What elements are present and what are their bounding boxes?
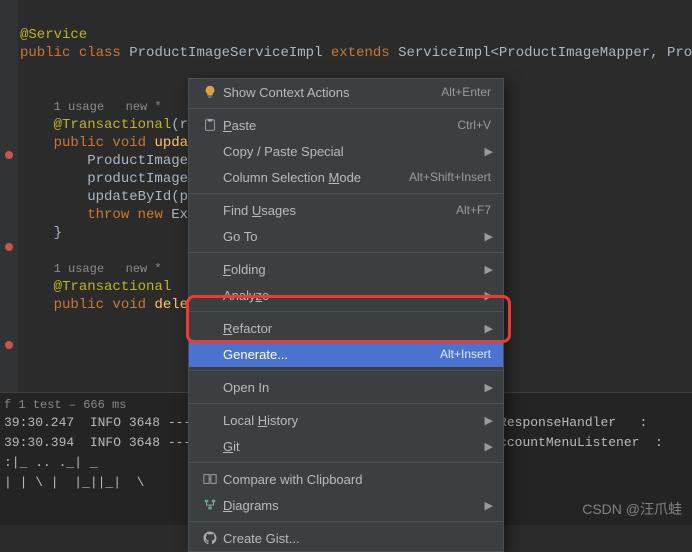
menu-shortcut: Ctrl+V xyxy=(457,118,491,132)
submenu-arrow-icon: ▶ xyxy=(485,230,493,243)
usage-hint: 1 usage new * xyxy=(54,262,162,276)
submenu-arrow-icon: ▶ xyxy=(485,322,493,335)
menu-item-label: Open In xyxy=(219,380,491,395)
menu-item-label: Refactor xyxy=(219,321,491,336)
menu-item-generate[interactable]: Generate...Alt+Insert xyxy=(189,341,503,367)
menu-separator xyxy=(189,403,503,404)
menu-separator xyxy=(189,252,503,253)
bulb-icon xyxy=(201,85,219,99)
context-menu[interactable]: Show Context ActionsAlt+Enter PasteCtrl+V… xyxy=(188,78,504,552)
submenu-arrow-icon: ▶ xyxy=(485,263,493,276)
github-icon xyxy=(201,531,219,545)
usage-hint: 1 usage new * xyxy=(54,100,162,114)
submenu-arrow-icon: ▶ xyxy=(485,145,493,158)
menu-shortcut: Alt+Insert xyxy=(440,347,491,361)
menu-item-label: Analyze xyxy=(219,288,491,303)
menu-item-label: Generate... xyxy=(219,347,440,362)
menu-shortcut: Alt+F7 xyxy=(456,203,491,217)
menu-item-find-usages[interactable]: Find UsagesAlt+F7 xyxy=(189,197,503,223)
menu-separator xyxy=(189,462,503,463)
menu-separator xyxy=(189,311,503,312)
watermark: CSDN @汪爪蛙 xyxy=(582,499,682,519)
menu-shortcut: Alt+Enter xyxy=(441,85,491,99)
menu-item-create-gist[interactable]: Create Gist... xyxy=(189,525,503,551)
menu-item-label: Folding xyxy=(219,262,491,277)
gutter-override-icon xyxy=(4,340,14,350)
annotation: @Service xyxy=(20,27,87,43)
menu-item-label: Show Context Actions xyxy=(219,85,441,100)
menu-item-paste[interactable]: PasteCtrl+V xyxy=(189,112,503,138)
submenu-arrow-icon: ▶ xyxy=(485,499,493,512)
submenu-arrow-icon: ▶ xyxy=(485,414,493,427)
menu-item-column-selection-mode[interactable]: Column Selection ModeAlt+Shift+Insert xyxy=(189,164,503,190)
diagrams-icon xyxy=(201,498,219,512)
menu-item-folding[interactable]: Folding▶ xyxy=(189,256,503,282)
menu-item-label: Local History xyxy=(219,413,491,428)
menu-item-copy-paste-special[interactable]: Copy / Paste Special▶ xyxy=(189,138,503,164)
menu-item-label: Go To xyxy=(219,229,491,244)
menu-item-show-context-actions[interactable]: Show Context ActionsAlt+Enter xyxy=(189,79,503,105)
menu-separator xyxy=(189,108,503,109)
gutter-override-icon xyxy=(4,150,14,160)
menu-separator xyxy=(189,370,503,371)
submenu-arrow-icon: ▶ xyxy=(485,440,493,453)
submenu-arrow-icon: ▶ xyxy=(485,381,493,394)
menu-item-label: Create Gist... xyxy=(219,531,491,546)
menu-shortcut: Alt+Shift+Insert xyxy=(409,170,491,184)
menu-item-label: Find Usages xyxy=(219,203,456,218)
menu-item-label: Copy / Paste Special xyxy=(219,144,491,159)
menu-item-git[interactable]: Git▶ xyxy=(189,433,503,459)
menu-item-diagrams[interactable]: Diagrams▶ xyxy=(189,492,503,518)
menu-item-refactor[interactable]: Refactor▶ xyxy=(189,315,503,341)
menu-item-analyze[interactable]: Analyze▶ xyxy=(189,282,503,308)
menu-item-go-to[interactable]: Go To▶ xyxy=(189,223,503,249)
menu-separator xyxy=(189,521,503,522)
paste-icon xyxy=(201,118,219,132)
menu-item-label: Column Selection Mode xyxy=(219,170,409,185)
gutter-override-icon xyxy=(4,242,14,252)
menu-item-label: Paste xyxy=(219,118,457,133)
menu-item-open-in[interactable]: Open In▶ xyxy=(189,374,503,400)
menu-item-label: Diagrams xyxy=(219,498,491,513)
menu-item-label: Git xyxy=(219,439,491,454)
menu-item-local-history[interactable]: Local History▶ xyxy=(189,407,503,433)
menu-item-compare-with-clipboard[interactable]: Compare with Clipboard xyxy=(189,466,503,492)
menu-separator xyxy=(189,193,503,194)
menu-item-label: Compare with Clipboard xyxy=(219,472,491,487)
compare-icon xyxy=(201,472,219,486)
submenu-arrow-icon: ▶ xyxy=(485,289,493,302)
